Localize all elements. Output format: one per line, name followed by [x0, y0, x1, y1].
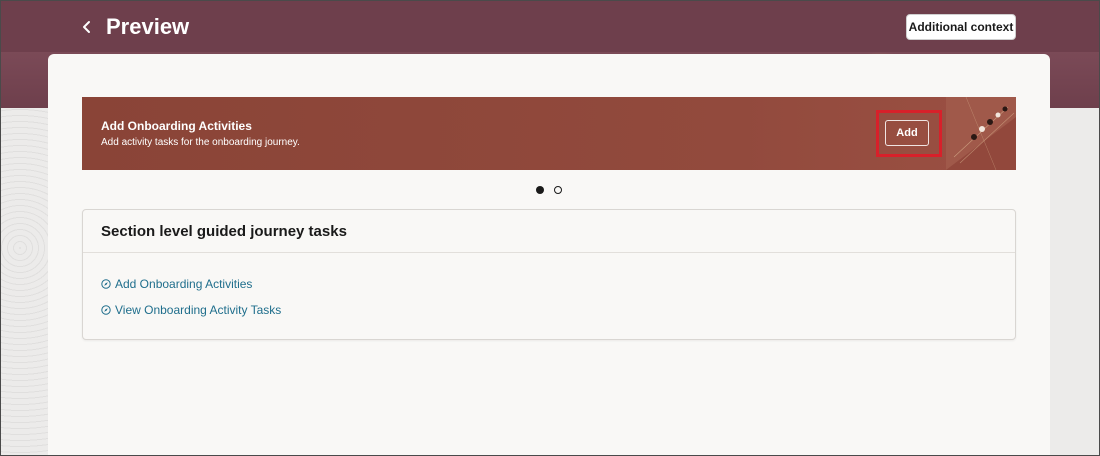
task-link-label: Add Onboarding Activities [115, 277, 253, 291]
chevron-left-icon [83, 21, 90, 33]
carousel-dot-1[interactable] [536, 186, 544, 194]
carousel-indicator [536, 185, 568, 195]
carousel-dot-2[interactable] [554, 186, 562, 194]
banner-subtitle: Add activity tasks for the onboarding jo… [101, 137, 300, 148]
banner-illustration [946, 97, 1016, 170]
section-title: Section level guided journey tasks [101, 223, 347, 240]
back-button[interactable] [78, 17, 96, 37]
page-title: Preview [106, 14, 190, 39]
background-texture-right [1050, 108, 1100, 456]
task-link-add-onboarding-activities[interactable]: Add Onboarding Activities [101, 277, 252, 291]
guided-journey-tasks-card: Section level guided journey tasks Add O… [82, 209, 1016, 340]
task-link-label: View Onboarding Activity Tasks [115, 303, 282, 317]
onboarding-banner: Add Onboarding Activities Add activity t… [82, 97, 1016, 170]
compass-icon [101, 279, 111, 289]
additional-context-button[interactable]: Additional context [906, 14, 1016, 40]
task-link-view-onboarding-activity-tasks[interactable]: View Onboarding Activity Tasks [101, 303, 281, 317]
add-button[interactable]: Add [885, 120, 929, 146]
compass-icon [101, 305, 111, 315]
section-divider [83, 252, 1015, 253]
main-card: Add Onboarding Activities Add activity t… [48, 54, 1050, 456]
background-texture-left [0, 108, 48, 456]
banner-title: Add Onboarding Activities [101, 119, 252, 133]
